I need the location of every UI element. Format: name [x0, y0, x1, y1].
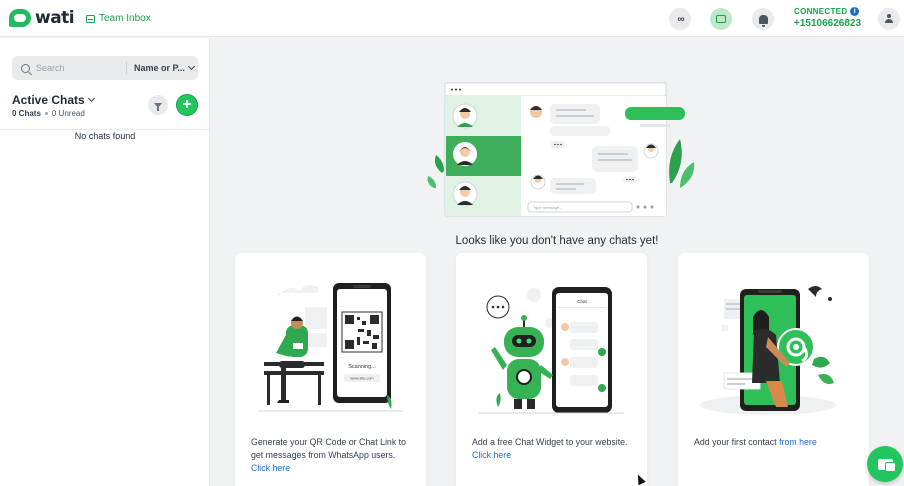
chat-widget-illustration: Chat	[479, 287, 624, 414]
empty-state-title: Looks like you don't have any chats yet!	[455, 235, 659, 247]
sidebar-divider	[0, 129, 210, 130]
chat-widget-card: Chat Add a free Chat Widget to your webs…	[456, 253, 647, 486]
wallet-icon	[716, 15, 726, 23]
add-contact-card: Add your first contact from here	[678, 253, 869, 486]
search-icon	[21, 63, 30, 73]
chats-count: 0 Chats	[12, 109, 41, 118]
connected-label: CONNECTED	[794, 7, 848, 16]
contact-card-link[interactable]: from here	[779, 437, 817, 447]
team-inbox-label: Team Inbox	[99, 13, 151, 24]
chevron-down-icon	[87, 94, 95, 103]
wati-logo[interactable]: wati	[9, 8, 75, 28]
wallet-button[interactable]	[710, 8, 732, 30]
site-url-text: www.site.com	[350, 377, 373, 381]
filter-icon	[154, 102, 162, 111]
sort-dropdown[interactable]: Name or P...	[134, 62, 195, 73]
bell-icon	[758, 14, 768, 27]
search-divider	[126, 62, 127, 74]
widget-card-link[interactable]: Click here	[472, 450, 511, 460]
support-chat-button[interactable]	[867, 446, 903, 482]
contact-card-text: Add your first contact	[694, 437, 777, 447]
qr-card-text: Generate your QR Code or Chat Link to ge…	[251, 437, 407, 460]
sort-value: Name or P...	[134, 63, 185, 73]
chat-bubble-icon	[9, 9, 31, 27]
profile-button[interactable]	[878, 8, 900, 30]
scanning-text: Scanning...	[348, 364, 376, 370]
new-chat-button[interactable]: +	[176, 94, 198, 116]
team-inbox-link[interactable]: Team Inbox	[86, 13, 151, 24]
meta-button[interactable]: ∞	[669, 8, 691, 30]
empty-chats-illustration: Type message...	[427, 82, 695, 217]
widget-card-description: Add a free Chat Widget to your website. …	[472, 436, 637, 462]
notifications-button[interactable]	[752, 8, 774, 30]
qr-scan-illustration: Scanning... www.site.com	[258, 283, 403, 412]
inbox-icon	[86, 14, 95, 23]
chat-counts: 0 Chats 0 Unread	[12, 109, 85, 118]
info-icon[interactable]: i	[850, 7, 860, 16]
contact-card-description: Add your first contact from here	[694, 436, 859, 449]
meta-icon: ∞	[677, 13, 684, 25]
chat-bubbles-icon	[877, 458, 896, 472]
connection-status: CONNECTED i +15106626823	[794, 7, 861, 29]
section-title: Active Chats	[12, 93, 85, 107]
top-bar: wati Team Inbox ∞ CONNECTED i +151066268…	[0, 0, 904, 37]
widget-card-text: Add a free Chat Widget to your website.	[472, 437, 628, 447]
search-bar: Name or P...	[12, 56, 198, 80]
active-chats-dropdown[interactable]: Active Chats	[12, 93, 95, 107]
filter-button[interactable]	[148, 95, 168, 115]
add-contact-illustration	[700, 286, 836, 415]
unread-count: 0 Unread	[51, 109, 85, 118]
search-input[interactable]	[36, 63, 116, 73]
hero-input-placeholder: Type message...	[533, 205, 562, 210]
chevron-down-icon	[187, 62, 195, 71]
chat-header-text: Chat	[577, 299, 587, 304]
qr-card-link[interactable]: Click here	[251, 463, 290, 473]
brand-name: wati	[35, 8, 75, 28]
chat-sidebar: Name or P... Active Chats 0 Chats 0 Unre…	[0, 38, 210, 486]
qr-code-card: Scanning... www.site.com Generate your Q…	[235, 253, 426, 486]
separator-dot	[44, 112, 48, 115]
no-chats-message: No chats found	[74, 131, 136, 141]
phone-number: +15106626823	[794, 18, 862, 29]
qr-card-description: Generate your QR Code or Chat Link to ge…	[251, 436, 416, 475]
user-icon	[884, 14, 894, 24]
